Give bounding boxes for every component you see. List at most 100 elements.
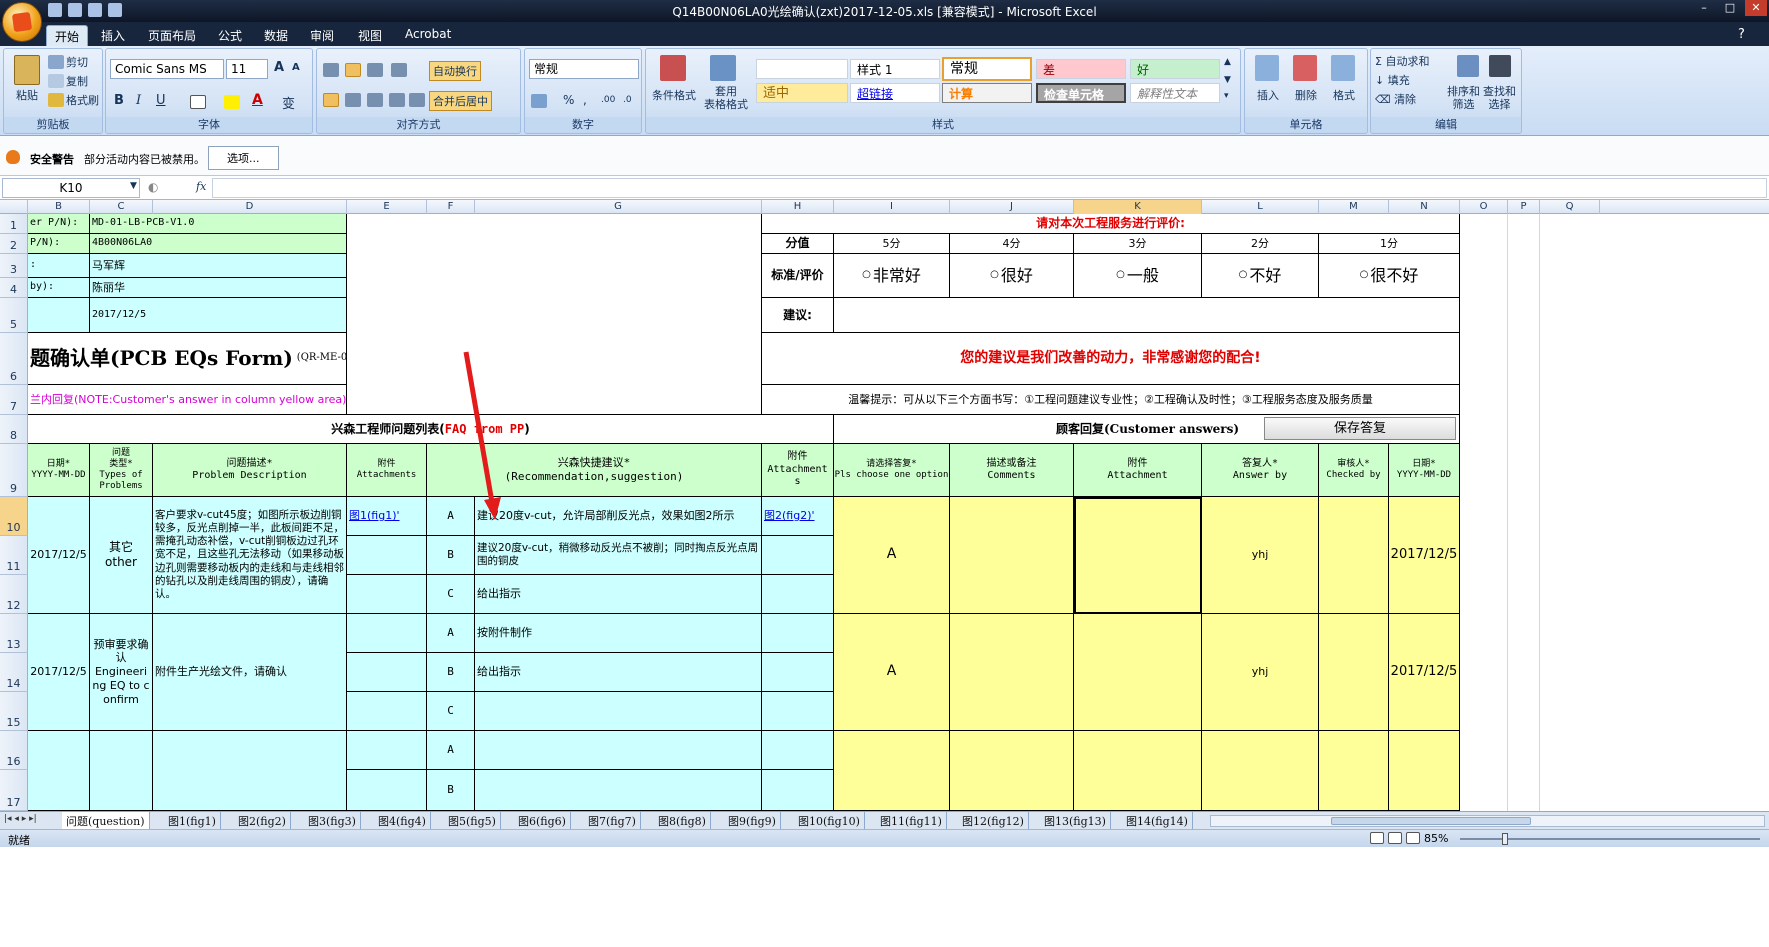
col-header[interactable]: K	[1074, 200, 1202, 214]
sheet-tab[interactable]: 图1(fig1)	[164, 812, 221, 829]
cell-c5[interactable]: 2017/12/5	[90, 298, 347, 333]
q2-checked-by[interactable]	[1319, 614, 1389, 731]
q1-option-c[interactable]: 给出指示	[475, 575, 762, 614]
q2-attachment-c[interactable]	[347, 692, 427, 731]
row-header[interactable]: 10	[0, 497, 28, 536]
row-header[interactable]: 11	[0, 536, 28, 575]
style-hyperlink[interactable]: 超链接	[850, 83, 940, 103]
col-header[interactable]: D	[153, 200, 347, 214]
cell-c2[interactable]: 4B00N06LA0	[90, 234, 347, 254]
fill-button[interactable]: ↓ 填充	[1375, 72, 1410, 88]
col-header[interactable]: O	[1460, 200, 1508, 214]
row-header[interactable]: 6	[0, 333, 28, 385]
q1-option-b[interactable]: 建议20度v-cut，稍微移动反光点不被削；同时掏点反光点周围的铜皮	[475, 536, 762, 575]
row-header[interactable]: 9	[0, 444, 28, 497]
row-header[interactable]: 17	[0, 770, 28, 811]
sheet-tab[interactable]: 图12(fig12)	[958, 812, 1029, 829]
rating-1[interactable]: ○ 很不好	[1319, 254, 1460, 298]
decrease-decimal-button[interactable]: .0	[623, 95, 632, 105]
q1-attachment-link[interactable]: 图1(fig1)'	[349, 509, 400, 523]
q3-option-b[interactable]	[475, 770, 762, 811]
q1-attachment-b[interactable]	[347, 536, 427, 575]
percent-button[interactable]: %	[563, 93, 574, 107]
sheet-tab[interactable]: 图9(fig9)	[724, 812, 781, 829]
horizontal-scrollbar[interactable]	[1210, 815, 1765, 827]
q2-date[interactable]: 2017/12/5	[28, 614, 90, 731]
col-header[interactable]: N	[1389, 200, 1460, 214]
radio-icon[interactable]: ○	[1360, 269, 1369, 282]
insert-function-icon[interactable]: fx	[196, 180, 206, 193]
row-header[interactable]: 14	[0, 653, 28, 692]
minimize-button[interactable]: –	[1693, 0, 1715, 16]
office-button[interactable]	[2, 2, 42, 42]
q2-option-c[interactable]	[475, 692, 762, 731]
insert-cells-button[interactable]: 插入	[1257, 87, 1279, 103]
row-header[interactable]: 4	[0, 278, 28, 298]
font-color-button[interactable]: A	[252, 92, 263, 108]
tab-insert[interactable]: 插入	[93, 25, 133, 46]
q3-choice[interactable]	[834, 731, 950, 811]
q3-attachment-b[interactable]	[347, 770, 427, 811]
tab-formulas[interactable]: 公式	[210, 25, 250, 46]
expand-formula-icon[interactable]: ◐	[148, 180, 158, 194]
q2-attachment-2c[interactable]	[762, 692, 834, 731]
q2-attachment-2a[interactable]	[762, 614, 834, 653]
col-header[interactable]: C	[90, 200, 153, 214]
q2-date-2[interactable]: 2017/12/5	[1389, 614, 1460, 731]
normal-view-icon[interactable]	[1370, 832, 1384, 844]
q2-attachment-2b[interactable]	[762, 653, 834, 692]
font-name-select[interactable]: Comic Sans MS	[110, 59, 224, 79]
row-header[interactable]: 1	[0, 214, 28, 234]
q1-comments[interactable]	[950, 497, 1074, 614]
col-header[interactable]: H	[762, 200, 834, 214]
options-button[interactable]: 选项...	[208, 146, 279, 170]
row-header[interactable]: 13	[0, 614, 28, 653]
italic-button[interactable]: I	[136, 93, 141, 108]
row-header[interactable]: 7	[0, 385, 28, 415]
q3-type[interactable]	[90, 731, 153, 811]
orientation-icon[interactable]	[391, 63, 407, 77]
sheet-tab[interactable]: 图14(fig14)	[1122, 812, 1193, 829]
sheet-tab[interactable]: 图8(fig8)	[654, 812, 711, 829]
align-bottom-icon[interactable]	[367, 63, 383, 77]
undo-icon[interactable]	[68, 3, 82, 17]
shrink-font-button[interactable]: A	[292, 62, 300, 73]
q1-type[interactable]: 其它 other	[90, 497, 153, 614]
sheet-tab[interactable]: 图13(fig13)	[1040, 812, 1111, 829]
row-header[interactable]: 5	[0, 298, 28, 333]
format-cells-button[interactable]: 格式	[1333, 87, 1355, 103]
rating-3[interactable]: ○ 一般	[1074, 254, 1202, 298]
q3-date-2[interactable]	[1389, 731, 1460, 811]
q3-checked-by[interactable]	[1319, 731, 1389, 811]
scrollbar-thumb[interactable]	[1331, 817, 1531, 825]
style-explanatory[interactable]: 解释性文本	[1130, 83, 1220, 103]
align-middle-icon[interactable]	[345, 63, 361, 77]
cell-b5[interactable]	[28, 298, 90, 333]
row-header[interactable]: 15	[0, 692, 28, 731]
q2-attachment-a[interactable]	[347, 614, 427, 653]
comma-button[interactable]: ,	[583, 93, 587, 107]
rating-5[interactable]: ○ 非常好	[834, 254, 950, 298]
cell-b4[interactable]: by):	[28, 278, 90, 298]
style-check-cell[interactable]: 检查单元格	[1036, 83, 1126, 103]
q1-attachment[interactable]: 图1(fig1)'	[347, 497, 427, 536]
border-icon[interactable]	[190, 95, 206, 109]
tab-home[interactable]: 开始	[46, 25, 89, 46]
cell-c4[interactable]: 陈丽华	[90, 278, 347, 298]
q2-option-b[interactable]: 给出指示	[475, 653, 762, 692]
customize-qat-icon[interactable]	[108, 3, 122, 17]
close-button[interactable]: ✕	[1745, 0, 1767, 16]
merge-center-button[interactable]: 合并后居中	[429, 91, 492, 111]
q1-attachment-c[interactable]	[347, 575, 427, 614]
cell-c3[interactable]: 马军辉	[90, 254, 347, 278]
col-header[interactable]: F	[427, 200, 475, 214]
grow-font-button[interactable]: A	[274, 60, 284, 75]
q2-attachment[interactable]	[1074, 614, 1202, 731]
q3-attachment-2a[interactable]	[762, 731, 834, 770]
tab-data[interactable]: 数据	[256, 25, 296, 46]
q1-attachment-2c[interactable]	[762, 575, 834, 614]
cell-c1[interactable]: MD-01-LB-PCB-V1.0	[90, 214, 347, 234]
q1-option-a[interactable]: 建议20度v-cut，允许局部削反光点，效果如图2所示	[475, 497, 762, 536]
select-all-corner[interactable]	[0, 200, 28, 214]
save-answer-button[interactable]: 保存答复	[1264, 417, 1456, 440]
